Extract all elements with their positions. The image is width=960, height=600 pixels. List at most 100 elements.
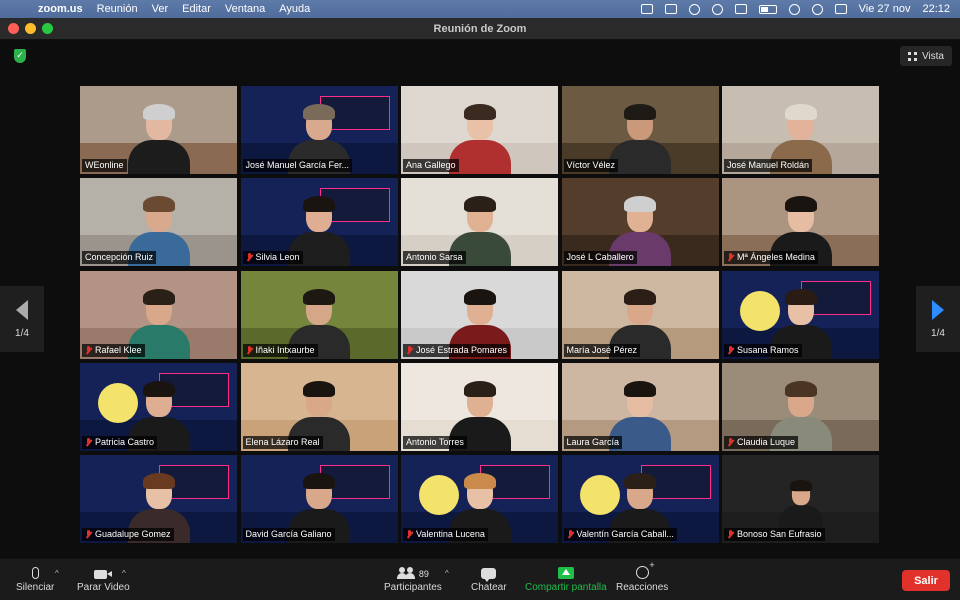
participant-nameplate: José Manuel Roldán <box>724 159 813 172</box>
dropbox-icon[interactable] <box>664 4 677 14</box>
macos-menubar: zoom.us Reunión Ver Editar Ventana Ayuda… <box>0 0 960 18</box>
participant-body <box>127 140 190 174</box>
stop-video-button[interactable]: Parar Video <box>77 563 130 593</box>
participant-tile[interactable]: Silvia Leon <box>240 178 398 267</box>
participant-hair <box>303 380 335 397</box>
participant-name: Susana Ramos <box>737 344 799 355</box>
share-label: Compartir pantalla <box>525 582 607 593</box>
participant-nameplate: Guadalupe Gomez <box>82 528 174 541</box>
menu-reunion[interactable]: Reunión <box>97 3 138 15</box>
participant-tile[interactable]: Susana Ramos <box>722 270 879 359</box>
next-page-button[interactable]: 1/4 <box>916 286 960 352</box>
view-button[interactable]: Vista <box>899 46 952 66</box>
participant-tile[interactable]: Iñaki Intxaurbe <box>240 270 398 359</box>
video-options-chevron-icon[interactable]: ^ <box>122 569 126 578</box>
audio-options-chevron-icon[interactable]: ^ <box>55 569 59 578</box>
participant-tile[interactable]: José L Caballero <box>561 178 719 267</box>
menu-ver[interactable]: Ver <box>152 3 169 15</box>
leave-meeting-button[interactable]: Salir <box>902 570 950 591</box>
participant-tile[interactable]: Víctor Vélez <box>561 86 719 174</box>
participant-nameplate: Valentina Lucena <box>403 528 488 541</box>
participant-name: Víctor Vélez <box>566 160 616 170</box>
reactions-button[interactable]: Reacciones <box>616 560 668 593</box>
menu-ayuda[interactable]: Ayuda <box>279 3 310 15</box>
participant-name: Valentín García Caball... <box>576 529 674 539</box>
participant-nameplate: Valentín García Caball... <box>563 528 677 541</box>
participant-name: Guadalupe Gomez <box>95 529 171 539</box>
participant-name: Laura García <box>566 436 620 447</box>
participant-tile[interactable]: Laura García <box>561 362 719 451</box>
participant-nameplate: Patricia Castro <box>82 435 158 449</box>
participant-hair <box>784 196 817 213</box>
participant-nameplate: Susana Ramos <box>724 343 802 357</box>
menubar-time[interactable]: 22:12 <box>922 3 950 15</box>
battery-icon[interactable] <box>758 4 777 14</box>
participant-tile[interactable]: David García Galiano <box>240 455 398 543</box>
participant-tile[interactable]: WEonline <box>80 86 237 174</box>
muted-microphone-icon <box>85 437 92 447</box>
display-icon[interactable] <box>734 4 747 14</box>
participant-tile[interactable]: Valentina Lucena <box>401 455 558 543</box>
participant-nameplate: Rafael Klee <box>82 343 145 357</box>
participant-tile[interactable]: Rafael Klee <box>80 270 237 359</box>
participants-button[interactable]: 89 Participantes <box>384 563 442 593</box>
participant-name: Concepción Ruiz <box>85 252 154 263</box>
control-center-icon[interactable] <box>834 4 847 14</box>
participant-hair <box>463 288 496 305</box>
participant-tile[interactable]: Mª Ángeles Medina <box>722 178 879 267</box>
participant-name: Iñaki Intxaurbe <box>255 344 315 355</box>
wifi-icon[interactable] <box>788 3 800 15</box>
participant-tile[interactable]: Claudia Luque <box>722 362 879 451</box>
previous-page-button[interactable]: 1/4 <box>0 286 44 352</box>
participant-tile[interactable]: Guadalupe Gomez <box>80 455 237 543</box>
participant-nameplate: Antonio Torres <box>403 435 467 449</box>
participant-name: Antonio Sarsa <box>406 252 463 263</box>
muted-microphone-icon <box>85 530 92 539</box>
participant-tile[interactable]: Patricia Castro <box>80 362 237 451</box>
share-screen-icon <box>557 567 574 579</box>
participant-hair <box>142 288 175 305</box>
shield-status-icon[interactable] <box>688 3 700 15</box>
participant-tile[interactable]: Antonio Torres <box>401 362 558 451</box>
mute-button[interactable]: Silenciar <box>16 563 54 593</box>
participant-nameplate: David García Galiano <box>242 528 335 541</box>
mute-label: Silenciar <box>16 582 55 593</box>
participant-tile[interactable]: Valentín García Caball... <box>561 455 719 543</box>
participant-nameplate: Antonio Sarsa <box>403 251 466 265</box>
spotlight-search-icon[interactable] <box>811 3 823 15</box>
participants-options-chevron-icon[interactable]: ^ <box>445 569 449 578</box>
menubar-date[interactable]: Vie 27 nov <box>859 3 911 15</box>
participant-hair <box>784 380 817 397</box>
participant-tile[interactable]: Concepción Ruiz <box>80 178 237 267</box>
chat-button[interactable]: Chatear <box>471 563 507 593</box>
play-icon[interactable] <box>711 3 723 15</box>
participant-nameplate: Iñaki Intxaurbe <box>242 343 318 357</box>
participant-hair <box>624 380 656 397</box>
participant-tile[interactable]: Antonio Sarsa <box>401 178 558 267</box>
participant-tile[interactable]: José Estrada Pomares <box>401 270 558 359</box>
participant-figure <box>776 479 825 534</box>
participant-hair <box>142 196 175 213</box>
participant-count: 89 <box>418 569 429 579</box>
participant-tile[interactable]: Elena Lázaro Real <box>240 362 398 451</box>
share-screen-button[interactable]: Compartir pantalla <box>525 563 607 593</box>
menu-app[interactable]: zoom.us <box>38 3 83 15</box>
participant-hair <box>463 473 496 489</box>
menu-editar[interactable]: Editar <box>182 3 211 15</box>
participant-tile[interactable]: María José Pérez <box>561 270 719 359</box>
participant-name: Mª Ángeles Medina <box>737 252 815 263</box>
participant-tile[interactable]: Ana Gallego <box>401 86 558 174</box>
status-area: Vie 27 nov 22:12 <box>640 3 950 15</box>
menu-ventana[interactable]: Ventana <box>225 3 265 15</box>
security-shield-icon[interactable]: ✓ <box>14 49 26 63</box>
participant-tile[interactable]: José Manuel García Fer... <box>240 86 398 174</box>
participant-tile[interactable]: Bonoso San Eufrasio <box>722 455 879 543</box>
participant-hair <box>624 196 656 213</box>
participant-tile[interactable]: José Manuel Roldán <box>722 86 879 174</box>
participant-nameplate: María José Pérez <box>563 343 641 357</box>
participant-name: Elena Lázaro Real <box>245 436 320 447</box>
chat-label: Chatear <box>471 582 507 593</box>
zoom-status-icon[interactable] <box>640 4 653 14</box>
participant-nameplate: José Manuel García Fer... <box>242 159 353 172</box>
participant-name: Valentina Lucena <box>416 529 485 539</box>
